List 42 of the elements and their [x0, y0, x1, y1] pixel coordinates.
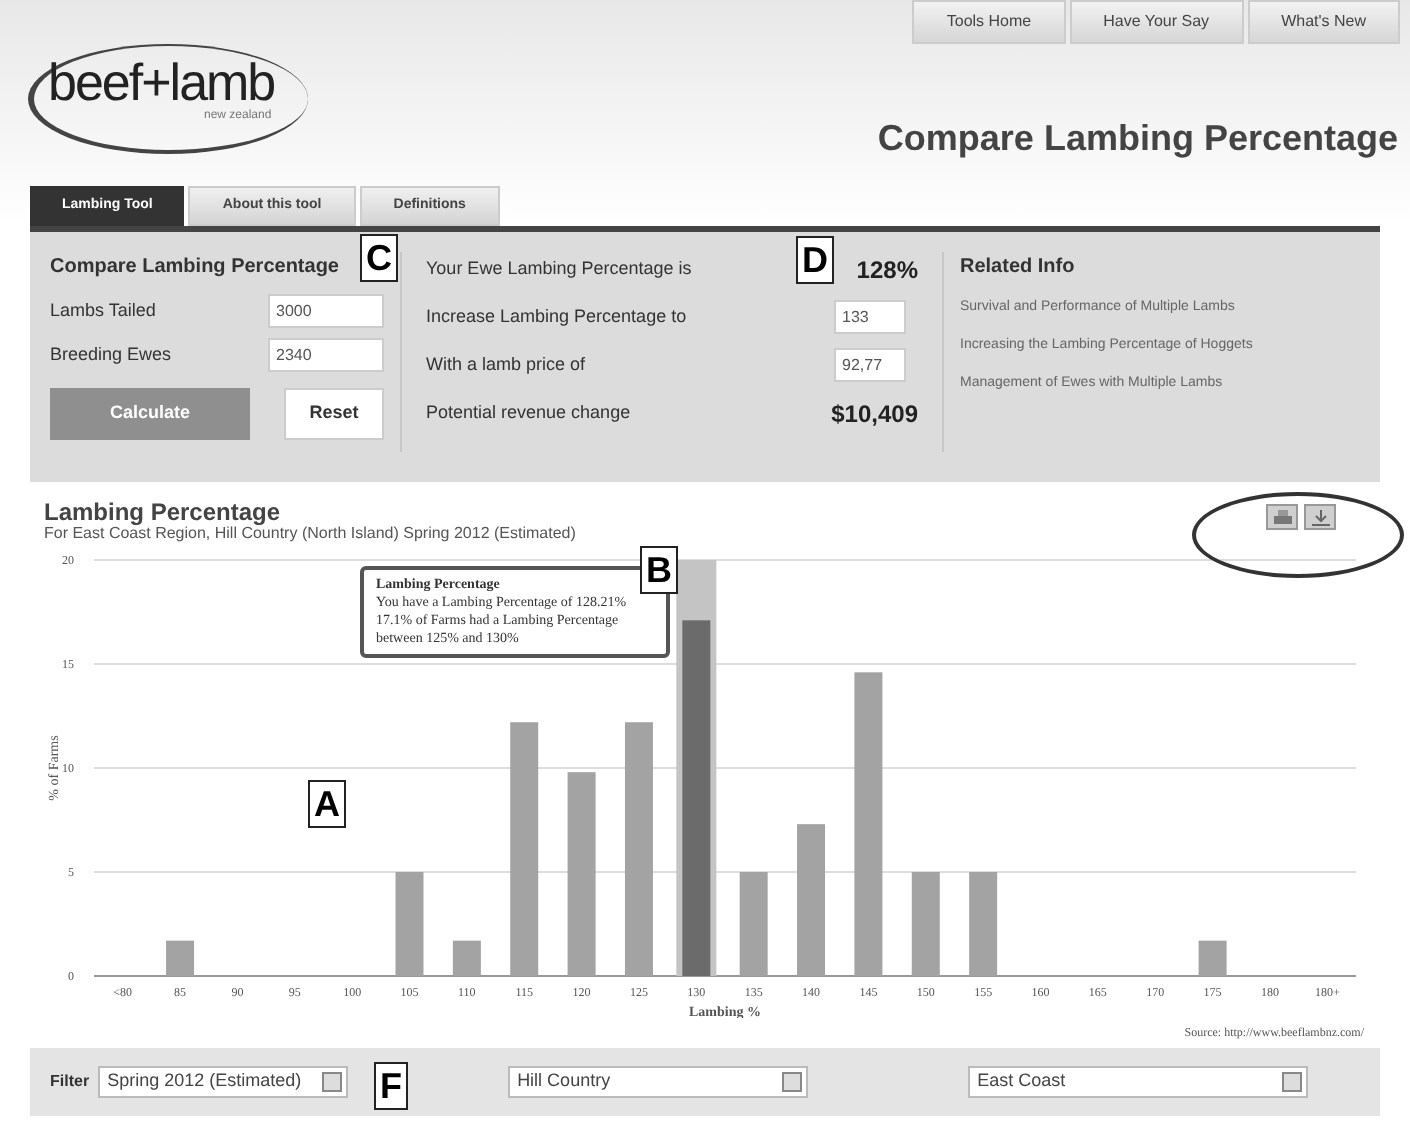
- reset-button[interactable]: Reset: [284, 388, 384, 440]
- page-title: Compare Lambing Percentage: [877, 116, 1398, 162]
- dropdown[interactable]: East Coast: [967, 1066, 1308, 1098]
- field-label: Breeding Ewes: [50, 341, 172, 368]
- download-icon: [1311, 509, 1329, 525]
- annotation-label: D: [796, 236, 834, 284]
- dropdown[interactable]: Spring 2012 (Estimated): [97, 1066, 348, 1098]
- bar: [395, 872, 424, 976]
- dropdown[interactable]: Hill Country: [507, 1066, 808, 1098]
- section-title: Related Info: [960, 254, 1077, 282]
- input-field[interactable]: 92,77: [834, 348, 906, 382]
- field-label: Lambs Tailed: [50, 297, 156, 324]
- annotation-label: A: [308, 780, 346, 828]
- printer-icon: [1273, 509, 1291, 525]
- section-title: Compare Lambing Percentage: [50, 254, 341, 282]
- bar: [969, 872, 998, 976]
- bar: [166, 940, 195, 976]
- result-value: $10,409: [831, 397, 918, 431]
- bar: [739, 872, 768, 976]
- logo-text: beef+lamb: [48, 52, 275, 112]
- result-value: 128%: [856, 253, 918, 287]
- chart-title: Lambing Percentage: [44, 496, 281, 526]
- annotation-label: C: [360, 234, 398, 282]
- input-field[interactable]: 133: [834, 300, 906, 334]
- result-label: With a lamb price of: [426, 351, 586, 378]
- print-button[interactable]: [1266, 504, 1298, 530]
- result-label: Increase Lambing Percentage to: [426, 303, 687, 330]
- result-label: Potential revenue change: [426, 399, 631, 426]
- nav-button[interactable]: Have Your Say: [1069, 0, 1244, 44]
- result-label: Your Ewe Lambing Percentage is: [426, 255, 692, 282]
- annotation-label: B: [640, 546, 678, 594]
- annotation-label: F: [374, 1062, 408, 1110]
- bar: [452, 940, 481, 976]
- bar: [911, 872, 940, 976]
- nav-button[interactable]: Tools Home: [912, 0, 1066, 44]
- bar: [1198, 940, 1227, 976]
- input-field[interactable]: 3000: [268, 294, 384, 328]
- filter-label: Filter: [50, 1070, 90, 1094]
- nav-button[interactable]: What's New: [1247, 0, 1400, 44]
- input-field[interactable]: 2340: [268, 338, 384, 372]
- download-button[interactable]: [1304, 504, 1336, 530]
- chart-subtitle: For East Coast Region, Hill Country (North Island) Spring 2012 (Estimated): [44, 524, 576, 546]
